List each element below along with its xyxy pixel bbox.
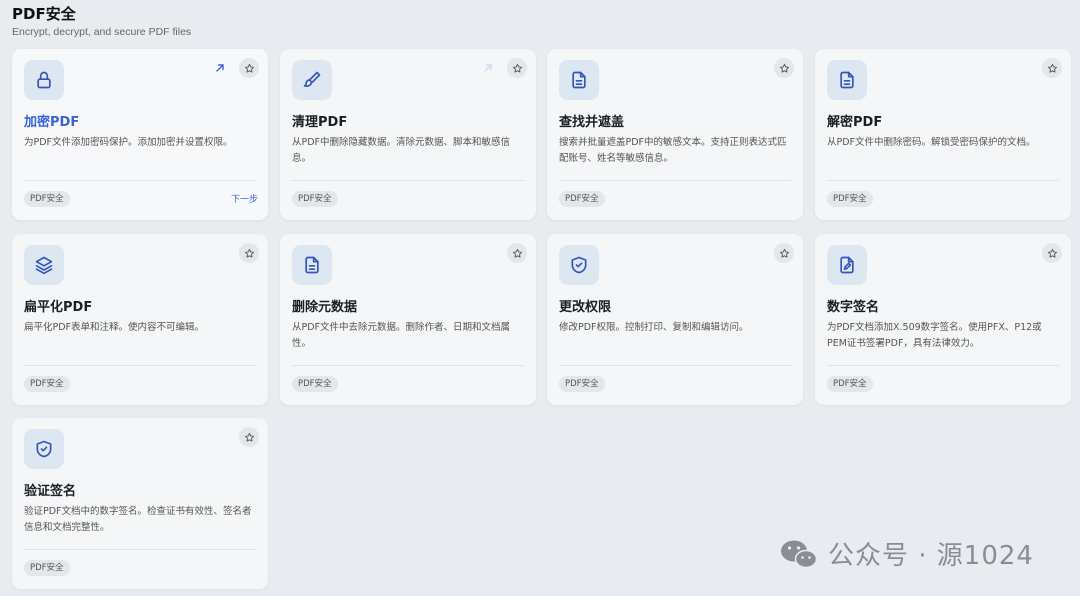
star-icon xyxy=(244,248,254,258)
watermark-text: 公众号 · 源1024 xyxy=(828,541,1034,571)
card-title: 清理PDF xyxy=(292,115,348,130)
shield-check-icon xyxy=(559,245,599,285)
favorite-star-button[interactable] xyxy=(774,243,794,263)
next-step-link[interactable]: 下一步 xyxy=(231,192,258,205)
category-tag: PDF安全 xyxy=(827,191,873,207)
favorite-star-button[interactable] xyxy=(239,58,259,78)
favorite-star-button[interactable] xyxy=(239,427,259,447)
tool-card-change-permissions[interactable]: 更改权限 修改PDF权限。控制打印、复制和编辑访问。 PDF安全 xyxy=(547,234,803,405)
lock-icon xyxy=(24,60,64,100)
card-description: 验证PDF文档中的数字签名。检查证书有效性、签名者信息和文档完整性。 xyxy=(24,506,252,533)
favorite-star-button[interactable] xyxy=(1042,58,1062,78)
shield-check-icon xyxy=(24,429,64,469)
external-arrow-icon[interactable] xyxy=(214,62,226,74)
card-description: 从PDF文件中去除元数据。删除作者、日期和文档属性。 xyxy=(292,322,511,349)
card-title: 加密PDF xyxy=(24,115,80,130)
document-icon xyxy=(292,245,332,285)
card-divider xyxy=(292,180,524,181)
card-divider xyxy=(292,365,524,366)
category-tag: PDF安全 xyxy=(827,376,873,392)
document-icon xyxy=(559,60,599,100)
card-description: 为PDF文件添加密码保护。添加加密并设置权限。 xyxy=(24,137,233,148)
card-description: 修改PDF权限。控制打印、复制和编辑访问。 xyxy=(559,322,749,333)
page-header: PDF安全 Encrypt, decrypt, and secure PDF f… xyxy=(12,5,191,38)
category-tag: PDF安全 xyxy=(292,376,338,392)
star-icon xyxy=(1047,63,1057,73)
card-description: 从PDF中删除隐藏数据。清除元数据、脚本和敏感信息。 xyxy=(292,137,511,164)
star-icon xyxy=(244,432,254,442)
favorite-star-button[interactable] xyxy=(239,243,259,263)
card-title: 更改权限 xyxy=(559,300,612,315)
card-title: 验证签名 xyxy=(24,484,77,499)
card-title: 扁平化PDF xyxy=(24,300,93,315)
tool-card-remove-metadata[interactable]: 删除元数据 从PDF文件中去除元数据。删除作者、日期和文档属性。 PDF安全 xyxy=(280,234,536,405)
card-divider xyxy=(24,365,256,366)
category-tag: PDF安全 xyxy=(292,191,338,207)
tool-card-find-redact[interactable]: 查找并遮盖 搜索并批量遮盖PDF中的敏感文本。支持正则表达式匹配账号、姓名等敏感… xyxy=(547,49,803,220)
favorite-star-button[interactable] xyxy=(507,243,527,263)
brush-icon xyxy=(292,60,332,100)
card-divider xyxy=(827,180,1059,181)
watermark: 公众号 · 源1024 xyxy=(780,535,1034,572)
file-signature-icon xyxy=(827,245,867,285)
star-icon xyxy=(779,63,789,73)
card-title: 查找并遮盖 xyxy=(559,115,625,130)
star-icon xyxy=(779,248,789,258)
star-icon xyxy=(512,248,522,258)
wechat-icon xyxy=(781,540,818,568)
star-icon xyxy=(1047,248,1057,258)
star-icon xyxy=(512,63,522,73)
category-tag: PDF安全 xyxy=(559,376,605,392)
favorite-star-button[interactable] xyxy=(507,58,527,78)
layers-icon xyxy=(24,245,64,285)
tool-card-flatten-pdf[interactable]: 扁平化PDF 扁平化PDF表单和注释。使内容不可编辑。 PDF安全 xyxy=(12,234,268,405)
card-divider xyxy=(24,180,256,181)
favorite-star-button[interactable] xyxy=(774,58,794,78)
card-divider xyxy=(24,549,256,550)
page-subtitle: Encrypt, decrypt, and secure PDF files xyxy=(12,26,192,38)
category-tag: PDF安全 xyxy=(559,191,605,207)
card-title: 删除元数据 xyxy=(292,300,358,315)
favorite-star-button[interactable] xyxy=(1042,243,1062,263)
card-description: 扁平化PDF表单和注释。使内容不可编辑。 xyxy=(24,322,205,333)
tool-card-sanitize-pdf[interactable]: 清理PDF 从PDF中删除隐藏数据。清除元数据、脚本和敏感信息。 PDF安全 xyxy=(280,49,536,220)
category-tag: PDF安全 xyxy=(24,376,70,392)
external-arrow-icon[interactable] xyxy=(482,62,494,74)
star-icon xyxy=(244,63,254,73)
card-description: 搜索并批量遮盖PDF中的敏感文本。支持正则表达式匹配账号、姓名等敏感信息。 xyxy=(559,137,787,164)
card-title: 解密PDF xyxy=(827,115,883,130)
tool-card-digital-signature[interactable]: 数字签名 为PDF文档添加X.509数字签名。使用PFX、P12或PEM证书签署… xyxy=(815,234,1071,405)
card-divider xyxy=(827,365,1059,366)
page-title: PDF安全 xyxy=(12,5,76,23)
card-description: 为PDF文档添加X.509数字签名。使用PFX、P12或PEM证书签署PDF，具… xyxy=(827,322,1042,349)
card-divider xyxy=(559,180,791,181)
category-tag: PDF安全 xyxy=(24,191,70,207)
document-icon xyxy=(827,60,867,100)
tool-card-encrypt-pdf[interactable]: 加密PDF 为PDF文件添加密码保护。添加加密并设置权限。 PDF安全 下一步 xyxy=(12,49,268,220)
category-tag: PDF安全 xyxy=(24,560,70,576)
tool-card-verify-signature[interactable]: 验证签名 验证PDF文档中的数字签名。检查证书有效性、签名者信息和文档完整性。 … xyxy=(12,418,268,589)
card-divider xyxy=(559,365,791,366)
card-title: 数字签名 xyxy=(827,300,880,315)
tool-card-decrypt-pdf[interactable]: 解密PDF 从PDF文件中删除密码。解锁受密码保护的文档。 PDF安全 xyxy=(815,49,1071,220)
card-description: 从PDF文件中删除密码。解锁受密码保护的文档。 xyxy=(827,137,1036,148)
